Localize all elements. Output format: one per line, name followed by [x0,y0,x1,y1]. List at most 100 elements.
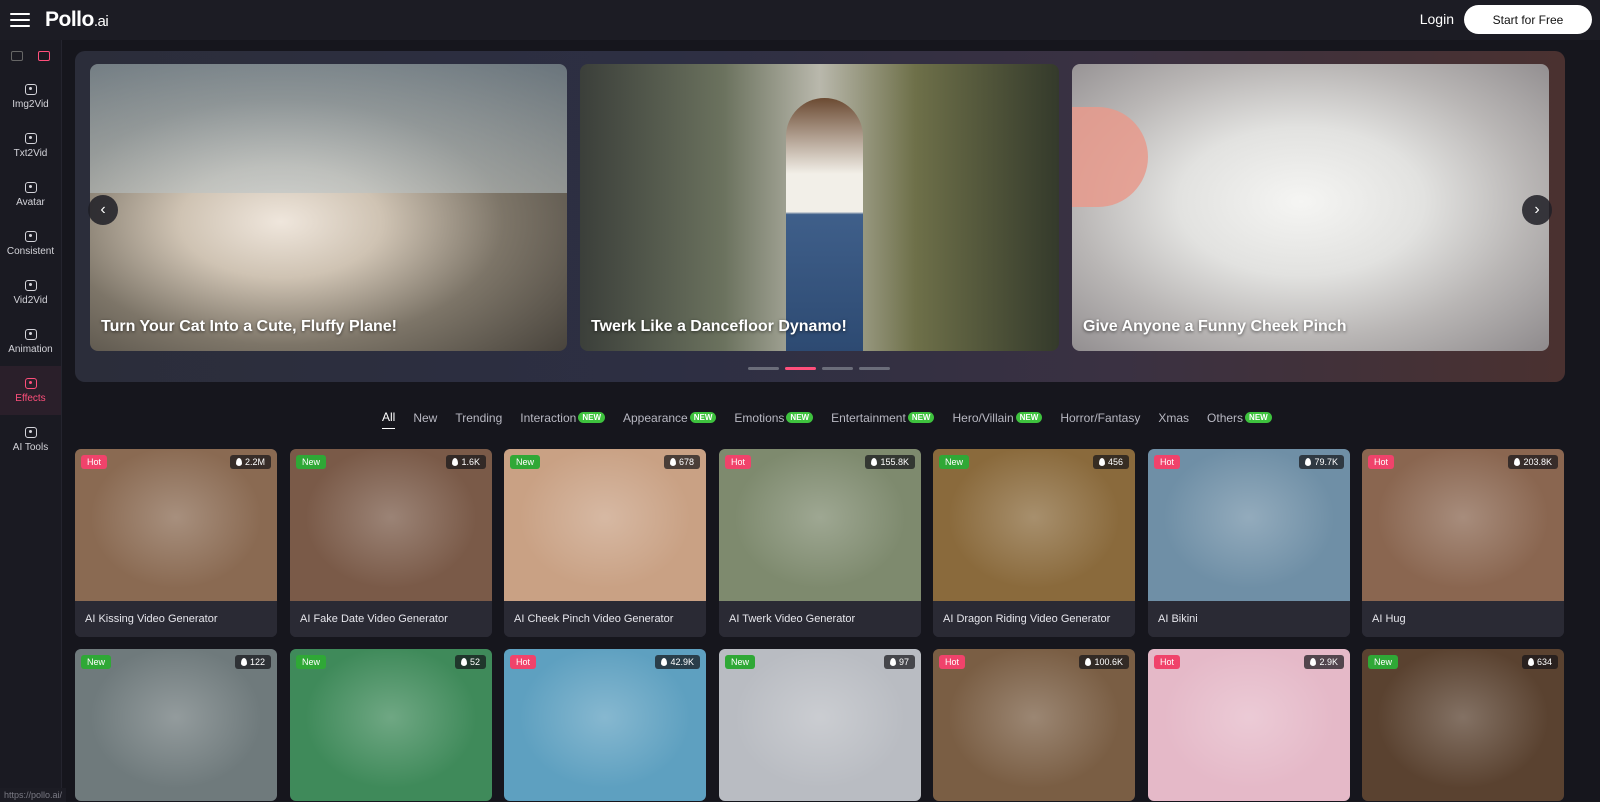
effect-thumbnail: New 456 [933,449,1135,601]
hot-badge: Hot [1154,455,1181,469]
usage-count-value: 456 [1107,457,1123,467]
hero-slide[interactable]: Turn Your Cat Into a Cute, Fluffy Plane! [90,64,567,351]
tab-others[interactable]: Others NEW [1207,411,1272,429]
usage-count: 678 [663,455,700,469]
sidebar-item-label: Txt2Vid [13,147,48,159]
tab-emotions[interactable]: Emotions NEW [734,410,814,429]
flame-icon [1085,658,1092,666]
sidebar-item-label: Effects [15,392,46,404]
new-tag-badge: New [81,655,112,669]
effect-card[interactable]: Hot 2.9K [1148,649,1350,801]
effect-card[interactable]: Hot 42.9K [504,649,706,801]
sidebar-item-label: Animation [8,343,53,355]
carousel-dot[interactable] [859,367,890,370]
hero-slide[interactable]: Twerk Like a Dancefloor Dynamo! [580,64,1059,351]
effect-card[interactable]: Hot 100.6K [933,649,1135,801]
carousel-dot[interactable] [822,367,853,370]
effect-card[interactable]: Hot 155.8K AI Twerk Video Generator [719,449,921,637]
flame-icon [1098,458,1105,466]
tab-xmas[interactable]: Xmas [1158,411,1189,429]
sidebar-item-img2vid[interactable]: Img2Vid [0,72,61,121]
usage-count: 1.6K [446,455,486,469]
carousel-dot[interactable] [785,367,816,370]
tab-label: Appearance [623,410,688,425]
new-tag-badge: New [725,655,756,669]
hot-badge: Hot [510,655,537,669]
sidebar-item-label: Consistent [6,245,55,257]
hot-badge: Hot [81,455,108,469]
flame-icon [669,458,676,466]
flame-icon [240,658,247,666]
consistent-icon [24,230,37,242]
flame-icon [1527,658,1534,666]
usage-count-value: 155.8K [880,457,909,467]
hot-badge: Hot [725,455,752,469]
tab-horror-fantasy[interactable]: Horror/Fantasy [1060,411,1140,429]
usage-count: 52 [454,655,486,669]
new-badge: NEW [786,412,814,423]
flame-icon [1305,458,1312,466]
tab-interaction[interactable]: Interaction NEW [520,411,605,429]
slide-caption: Turn Your Cat Into a Cute, Fluffy Plane! [101,318,398,335]
new-badge: NEW [689,412,717,423]
new-tag-badge: New [1368,655,1399,669]
tab-label: Entertainment [831,410,906,425]
tab-appearance[interactable]: Appearance NEW [623,410,717,429]
effect-title: AI Twerk Video Generator [719,601,921,637]
effect-thumbnail: Hot 2.9K [1148,649,1350,801]
tab-all[interactable]: All [382,410,396,429]
tab-new[interactable]: New [413,411,437,429]
sidebar-item-avatar[interactable]: Avatar [0,170,61,219]
effect-thumbnail: New 52 [290,649,492,801]
effect-card[interactable]: Hot 203.8K AI Hug [1362,449,1564,637]
effect-card[interactable]: New 97 [719,649,921,801]
new-badge: NEW [578,412,605,423]
sidebar-item-ai-tools[interactable]: AI Tools [0,415,61,464]
usage-count-value: 42.9K [670,657,694,667]
sidebar-item-txt2vid[interactable]: Txt2Vid [0,121,61,170]
effect-thumbnail: New 678 [504,449,706,601]
ai-tools-icon [24,426,37,438]
login-link[interactable]: Login [1420,11,1454,27]
menu-icon[interactable] [10,13,30,27]
effect-thumbnail: Hot 100.6K [933,649,1135,801]
effect-card[interactable]: New 634 [1362,649,1564,801]
tab-trending[interactable]: Trending [455,411,502,429]
sidebar-item-vid2vid[interactable]: Vid2Vid [0,268,61,317]
effect-card[interactable]: New 678 AI Cheek Pinch Video Generator [504,449,706,637]
tab-hero-villain[interactable]: Hero/Villain NEW [952,411,1043,429]
effect-card[interactable]: New 122 [75,649,277,801]
sidebar-item-label: Vid2Vid [13,294,48,306]
effect-thumbnail: Hot 2.2M [75,449,277,601]
carousel-prev-button[interactable]: ‹ [88,195,118,225]
usage-count-value: 122 [249,657,265,667]
sidebar-item-consistent[interactable]: Consistent [0,219,61,268]
sidebar-item-animation[interactable]: Animation [0,317,61,366]
image-mode-icon[interactable] [11,51,24,61]
tab-entertainment[interactable]: Entertainment NEW [831,410,935,429]
carousel-dot[interactable] [748,367,779,370]
effect-card[interactable]: New 456 AI Dragon Riding Video Generator [933,449,1135,637]
flame-icon [452,458,459,466]
hero-slide[interactable]: Give Anyone a Funny Cheek Pinch [1072,64,1549,351]
effect-card[interactable]: New 1.6K AI Fake Date Video Generator [290,449,492,637]
effect-card[interactable]: Hot 2.2M AI Kissing Video Generator [75,449,277,637]
new-tag-badge: New [296,455,327,469]
usage-count: 79.7K [1299,455,1344,469]
carousel-dots [748,367,890,370]
sidebar-item-effects[interactable]: Effects [0,366,61,415]
tab-label: Emotions [734,410,785,425]
effect-card[interactable]: Hot 79.7K AI Bikini [1148,449,1350,637]
carousel-next-button[interactable]: › [1522,195,1552,225]
effect-card[interactable]: New 52 [290,649,492,801]
sidebar-item-label: Avatar [16,196,45,208]
video-mode-icon[interactable] [37,51,50,61]
sidebar-item-label: Img2Vid [12,98,49,110]
hot-badge: Hot [939,655,966,669]
logo[interactable]: Pollo.ai [45,8,109,32]
start-for-free-button[interactable]: Start for Free [1464,5,1592,34]
avatar-icon [24,181,37,193]
sidebar-mode-switch [0,40,61,72]
tab-label: Horror/Fantasy [1060,410,1141,425]
sidebar-item-label: AI Tools [12,441,49,453]
